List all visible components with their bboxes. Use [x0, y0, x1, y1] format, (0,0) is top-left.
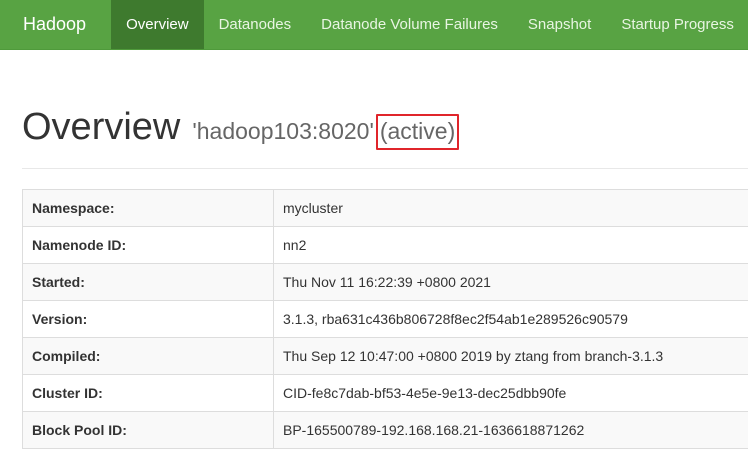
row-value-block-pool-id: BP-165500789-192.168.168.21-163661887126… [273, 411, 748, 449]
row-key-version: Version: [22, 300, 274, 338]
page-header: Overview 'hadoop103:8020' (active) [22, 106, 460, 150]
row-value-cluster-id: CID-fe8c7dab-bf53-4e5e-9e13-dec25dbb90fe [273, 374, 748, 412]
namenode-host: 'hadoop103:8020' [192, 118, 374, 144]
header-divider [22, 168, 748, 169]
table-row: Version: 3.1.3, rba631c436b806728f8ec2f5… [22, 300, 748, 338]
row-value-namespace: mycluster [273, 189, 748, 227]
row-key-namenode-id: Namenode ID: [22, 226, 274, 264]
row-key-namespace: Namespace: [22, 189, 274, 227]
row-value-started: Thu Nov 11 16:22:39 +0800 2021 [273, 263, 748, 301]
table-row: Namespace: mycluster [22, 189, 748, 227]
ha-state-text: (active) [379, 118, 456, 144]
row-key-started: Started: [22, 263, 274, 301]
table-row: Namenode ID: nn2 [22, 226, 748, 264]
nav-tabs: Overview Datanodes Datanode Volume Failu… [111, 0, 748, 49]
page-title: Overview [22, 106, 181, 148]
top-navbar: Hadoop Overview Datanodes Datanode Volum… [0, 0, 748, 50]
row-key-cluster-id: Cluster ID: [22, 374, 274, 412]
tab-overview[interactable]: Overview [111, 0, 204, 49]
row-value-compiled: Thu Sep 12 10:47:00 +0800 2019 by ztang … [273, 337, 748, 375]
tab-snapshot[interactable]: Snapshot [513, 0, 606, 49]
tab-startup-progress[interactable]: Startup Progress [606, 0, 748, 49]
table-row: Started: Thu Nov 11 16:22:39 +0800 2021 [22, 263, 748, 301]
row-value-version: 3.1.3, rba631c436b806728f8ec2f54ab1e2895… [273, 300, 748, 338]
ha-state-label: (active) [375, 114, 460, 150]
table-row: Cluster ID: CID-fe8c7dab-bf53-4e5e-9e13-… [22, 374, 748, 412]
row-key-compiled: Compiled: [22, 337, 274, 375]
row-value-namenode-id: nn2 [273, 226, 748, 264]
brand-logo[interactable]: Hadoop [0, 0, 111, 49]
table-row: Compiled: Thu Sep 12 10:47:00 +0800 2019… [22, 337, 748, 375]
tab-datanodes[interactable]: Datanodes [204, 0, 307, 49]
row-key-block-pool-id: Block Pool ID: [22, 411, 274, 449]
overview-table: Namespace: mycluster Namenode ID: nn2 St… [22, 189, 748, 449]
tab-datanode-volume-failures[interactable]: Datanode Volume Failures [306, 0, 513, 49]
table-row: Block Pool ID: BP-165500789-192.168.168.… [22, 411, 748, 449]
